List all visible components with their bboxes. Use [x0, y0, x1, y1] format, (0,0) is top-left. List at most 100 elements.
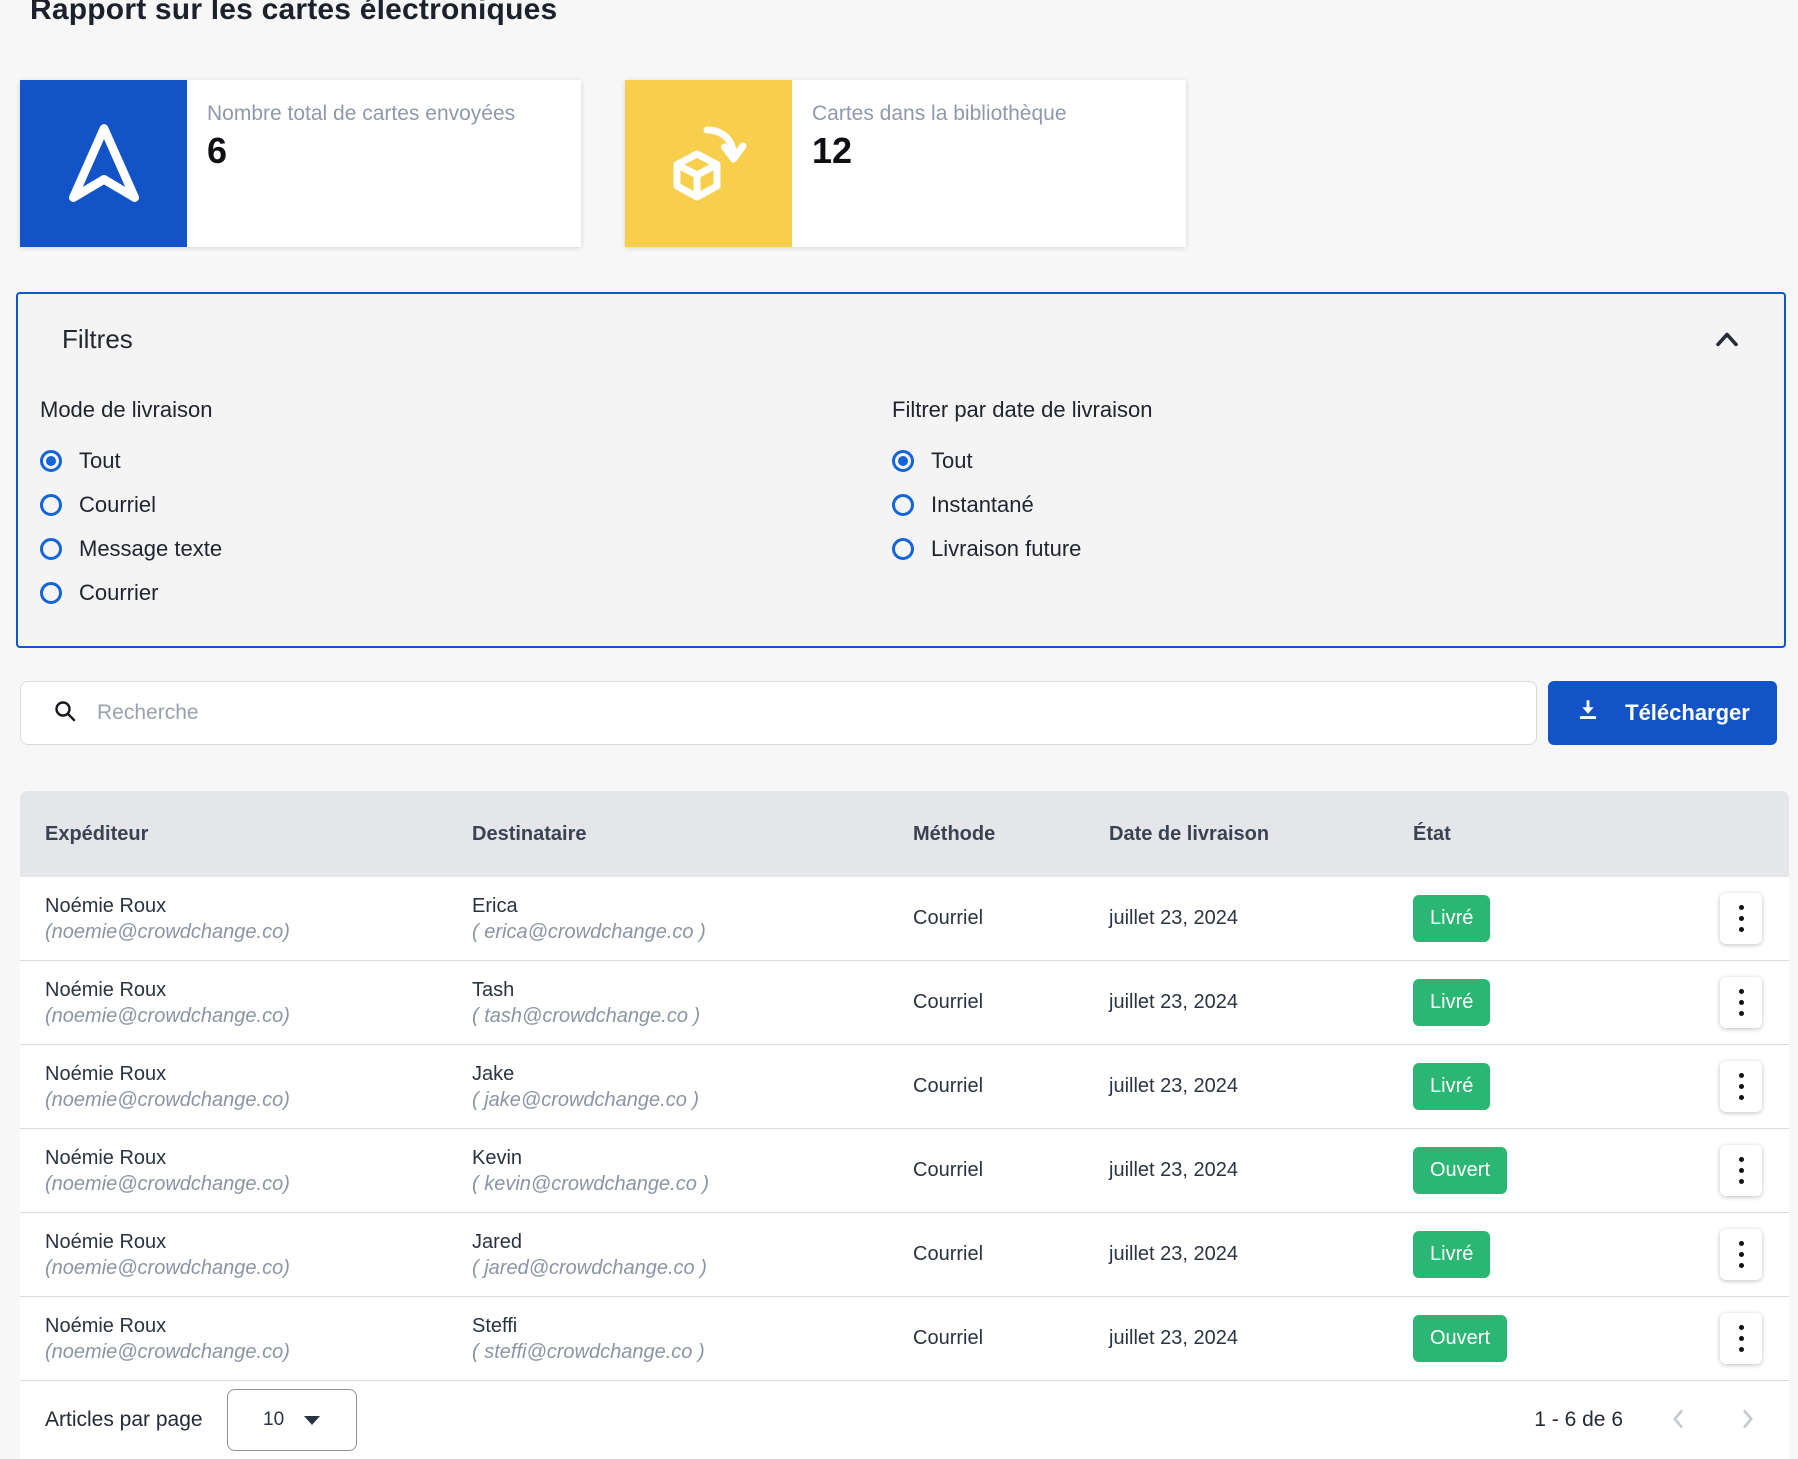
- kebab-icon: [1739, 1073, 1744, 1078]
- header-destinataire: Destinataire: [472, 823, 913, 846]
- status-badge: Livré: [1413, 1231, 1490, 1278]
- filter-group-options: Tout Instantané Livraison future: [892, 439, 1744, 571]
- filters-collapse-button[interactable]: [1708, 326, 1746, 355]
- radio-option[interactable]: Tout: [892, 439, 1744, 483]
- radio-option-label: Instantané: [931, 492, 1034, 518]
- radio-button-icon[interactable]: [892, 450, 914, 472]
- radio-option-label: Tout: [931, 448, 973, 474]
- header-methode: Méthode: [913, 823, 1109, 846]
- radio-button-icon[interactable]: [40, 538, 62, 560]
- chevron-left-icon: [1667, 1419, 1689, 1434]
- radio-option-label: Tout: [79, 448, 121, 474]
- row-menu-button[interactable]: [1720, 1229, 1762, 1280]
- stat-value: 6: [207, 130, 515, 172]
- filter-group-label: Mode de livraison: [40, 397, 892, 423]
- sender-name: Noémie Roux: [45, 1313, 472, 1339]
- radio-option[interactable]: Message texte: [40, 527, 892, 571]
- page-title: Rapport sur les cartes électroniques: [30, 0, 557, 27]
- filter-group-label: Filtrer par date de livraison: [892, 397, 1744, 423]
- delivery-date-cell: juillet 23, 2024: [1109, 1075, 1413, 1098]
- download-icon: [1575, 697, 1601, 729]
- recipient-email: ( kevin@crowdchange.co ): [472, 1171, 913, 1197]
- table-row: Noémie Roux (noemie@crowdchange.co) Stef…: [20, 1297, 1789, 1381]
- next-page-button[interactable]: [1729, 1407, 1767, 1434]
- chevron-down-icon: [304, 1416, 320, 1425]
- table-footer: Articles par page 10 1 - 6 de 6: [20, 1381, 1789, 1459]
- row-menu-button[interactable]: [1720, 893, 1762, 944]
- send-arrow-icon: [20, 80, 187, 247]
- status-badge: Ouvert: [1413, 1315, 1507, 1362]
- table-row: Noémie Roux (noemie@crowdchange.co) Tash…: [20, 961, 1789, 1045]
- method-cell: Courriel: [913, 1327, 1109, 1350]
- table-row: Noémie Roux (noemie@crowdchange.co) Jake…: [20, 1045, 1789, 1129]
- stat-cards: Nombre total de cartes envoyées 6 Cartes…: [20, 80, 1186, 247]
- method-cell: Courriel: [913, 907, 1109, 930]
- items-per-page-value: 10: [263, 1409, 284, 1431]
- filter-group: Mode de livraison Tout Courriel Message …: [40, 397, 892, 615]
- items-per-page-label: Articles par page: [45, 1408, 203, 1432]
- radio-button-icon[interactable]: [892, 538, 914, 560]
- download-button-label: Télécharger: [1625, 700, 1750, 726]
- status-badge: Livré: [1413, 1063, 1490, 1110]
- chevron-right-icon: [1737, 1419, 1759, 1434]
- method-cell: Courriel: [913, 1159, 1109, 1182]
- radio-button-icon[interactable]: [40, 450, 62, 472]
- header-etat: État: [1413, 823, 1697, 846]
- status-badge: Ouvert: [1413, 1147, 1507, 1194]
- delivery-date-cell: juillet 23, 2024: [1109, 907, 1413, 930]
- table-body: Noémie Roux (noemie@crowdchange.co) Eric…: [20, 877, 1789, 1381]
- filters-panel: Filtres Mode de livraison Tout Courriel …: [16, 292, 1786, 648]
- row-menu-button[interactable]: [1720, 1061, 1762, 1112]
- stat-card-sent: Nombre total de cartes envoyées 6: [20, 80, 581, 247]
- sender-email: (noemie@crowdchange.co): [45, 1171, 472, 1197]
- status-badge: Livré: [1413, 895, 1490, 942]
- filter-group-options: Tout Courriel Message texte Courrier: [40, 439, 892, 615]
- radio-option[interactable]: Courriel: [40, 483, 892, 527]
- header-date-de-livraison: Date de livraison: [1109, 823, 1413, 846]
- radio-button-icon[interactable]: [892, 494, 914, 516]
- recipient-email: ( jared@crowdchange.co ): [472, 1255, 913, 1281]
- sender-email: (noemie@crowdchange.co): [45, 1087, 472, 1113]
- table-header: Expéditeur Destinataire Méthode Date de …: [20, 791, 1789, 877]
- items-per-page-select[interactable]: 10: [227, 1389, 357, 1451]
- kebab-icon: [1739, 989, 1744, 994]
- search-box: [20, 681, 1537, 745]
- search-input[interactable]: [97, 701, 1397, 725]
- recipient-name: Jake: [472, 1061, 913, 1087]
- previous-page-button[interactable]: [1659, 1407, 1697, 1434]
- radio-option[interactable]: Courrier: [40, 571, 892, 615]
- status-badge: Livré: [1413, 979, 1490, 1026]
- recipient-email: ( jake@crowdchange.co ): [472, 1087, 913, 1113]
- stat-card-library: Cartes dans la bibliothèque 12: [625, 80, 1186, 247]
- sender-name: Noémie Roux: [45, 1145, 472, 1171]
- stat-label: Nombre total de cartes envoyées: [207, 102, 515, 126]
- filter-groups: Mode de livraison Tout Courriel Message …: [40, 397, 1744, 615]
- radio-button-icon[interactable]: [40, 582, 62, 604]
- row-menu-button[interactable]: [1720, 977, 1762, 1028]
- kebab-icon: [1739, 905, 1744, 910]
- download-button[interactable]: Télécharger: [1548, 681, 1777, 745]
- recipient-name: Jared: [472, 1229, 913, 1255]
- row-menu-button[interactable]: [1720, 1145, 1762, 1196]
- filters-title: Filtres: [62, 324, 1744, 355]
- radio-option[interactable]: Instantané: [892, 483, 1744, 527]
- recipient-name: Kevin: [472, 1145, 913, 1171]
- report-table: Expéditeur Destinataire Méthode Date de …: [20, 791, 1789, 1459]
- method-cell: Courriel: [913, 1075, 1109, 1098]
- recipient-email: ( erica@crowdchange.co ): [472, 919, 913, 945]
- kebab-icon: [1739, 1325, 1744, 1330]
- row-menu-button[interactable]: [1720, 1313, 1762, 1364]
- search-icon: [53, 699, 77, 728]
- recipient-name: Steffi: [472, 1313, 913, 1339]
- stat-value: 12: [812, 130, 1067, 172]
- sender-name: Noémie Roux: [45, 977, 472, 1003]
- radio-option[interactable]: Tout: [40, 439, 892, 483]
- sender-name: Noémie Roux: [45, 1229, 472, 1255]
- radio-option-label: Message texte: [79, 536, 222, 562]
- radio-option[interactable]: Livraison future: [892, 527, 1744, 571]
- header-expediteur: Expéditeur: [20, 823, 472, 846]
- recipient-name: Tash: [472, 977, 913, 1003]
- kebab-icon: [1739, 1157, 1744, 1162]
- radio-button-icon[interactable]: [40, 494, 62, 516]
- recipient-name: Erica: [472, 893, 913, 919]
